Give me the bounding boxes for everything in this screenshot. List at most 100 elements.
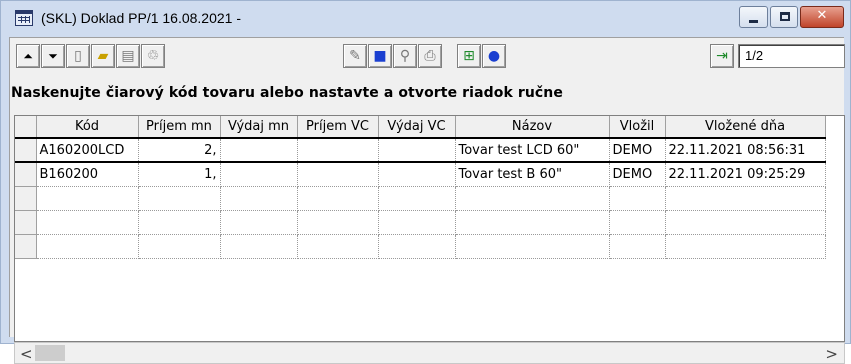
- cell-kod[interactable]: [36, 234, 139, 259]
- minimize-button[interactable]: [739, 6, 768, 28]
- cell-vydaj-mn[interactable]: [220, 137, 298, 163]
- row-indicator[interactable]: [15, 210, 37, 235]
- column-header[interactable]: Výdaj mn: [220, 116, 298, 139]
- search-button[interactable]: ⚲: [393, 44, 417, 68]
- delete-button[interactable]: ♲: [141, 44, 165, 68]
- horizontal-scrollbar[interactable]: < >: [14, 342, 845, 364]
- column-header[interactable]: Príjem VC: [297, 116, 379, 139]
- row-indicator[interactable]: [15, 137, 37, 163]
- scroll-left-arrow[interactable]: <: [20, 345, 33, 363]
- cell-vydaj-vc[interactable]: [378, 186, 456, 211]
- cell-prijem-mn[interactable]: 1,: [138, 162, 221, 187]
- page-indicator[interactable]: 1/2: [738, 44, 845, 68]
- monitor-icon: ■: [373, 48, 387, 64]
- cell-vlozil[interactable]: [609, 186, 666, 211]
- scroll-right-arrow[interactable]: >: [825, 345, 838, 363]
- scroll-thumb[interactable]: [35, 345, 65, 361]
- cell-nazov[interactable]: [455, 234, 610, 259]
- cell-vlozene-dna[interactable]: [665, 210, 826, 235]
- cell-vydaj-mn[interactable]: [220, 162, 298, 187]
- cell-vydaj-vc[interactable]: [378, 234, 456, 259]
- cell-prijem-vc[interactable]: [297, 210, 379, 235]
- cell-prijem-mn[interactable]: [138, 210, 221, 235]
- new-document-icon: ▯: [74, 48, 82, 64]
- table-row[interactable]: A160200LCD 2, Tovar test LCD 60" DEMO 22…: [15, 137, 826, 163]
- cell-vlozil[interactable]: [609, 234, 666, 259]
- row-indicator-header: [15, 116, 37, 139]
- table-arrows-button[interactable]: ⊞: [457, 44, 481, 68]
- table-row[interactable]: [15, 186, 826, 211]
- cell-vlozene-dna[interactable]: [665, 186, 826, 211]
- cell-prijem-vc[interactable]: [297, 137, 379, 163]
- last-record-icon: ⏷: [48, 49, 58, 63]
- wrench-icon: ✎: [349, 48, 361, 64]
- cell-kod[interactable]: [36, 210, 139, 235]
- column-header[interactable]: Vložené dňa: [665, 116, 826, 139]
- copy-icon: ▤: [121, 48, 135, 64]
- settings-button[interactable]: ✎: [343, 44, 367, 68]
- cell-kod[interactable]: B160200: [36, 162, 139, 187]
- first-record-icon: ⏶: [23, 49, 33, 63]
- column-header[interactable]: Príjem mn: [138, 116, 221, 139]
- dot-icon: ●: [487, 48, 501, 64]
- table-row[interactable]: B160200 1, Tovar test B 60" DEMO 22.11.2…: [15, 162, 826, 187]
- open-folder-button[interactable]: ▰: [91, 44, 115, 68]
- table-row[interactable]: [15, 210, 826, 235]
- preview-button[interactable]: ■: [368, 44, 392, 68]
- cell-prijem-vc[interactable]: [297, 186, 379, 211]
- row-indicator[interactable]: [15, 162, 37, 187]
- instruction-text: Naskenujte čiarový kód tovaru alebo nast…: [11, 85, 563, 101]
- cell-prijem-mn[interactable]: 2,: [138, 137, 221, 163]
- client-area: ⏶ ⏷ ▯ ▰ ▤ ♲ ✎ ■ ⚲ ⎙ ⊞ ● ⇥ 1/2 Naskenujte…: [9, 37, 845, 364]
- open-folder-icon: ▰: [97, 48, 109, 64]
- items-grid[interactable]: Kód Príjem mn Výdaj mn Príjem VC Výdaj V…: [14, 115, 845, 342]
- close-button[interactable]: ✕: [800, 6, 844, 28]
- table-row[interactable]: [15, 234, 826, 259]
- cell-vydaj-mn[interactable]: [220, 234, 298, 259]
- cell-vydaj-vc[interactable]: [378, 137, 456, 163]
- close-icon: ✕: [816, 8, 828, 23]
- new-document-button[interactable]: ▯: [66, 44, 90, 68]
- cell-vlozil[interactable]: DEMO: [609, 137, 666, 163]
- cell-vlozene-dna[interactable]: 22.11.2021 09:25:29: [665, 162, 826, 187]
- exit-button[interactable]: ⇥: [710, 44, 734, 68]
- column-header[interactable]: Vložil: [609, 116, 666, 139]
- cell-vydaj-vc[interactable]: [378, 210, 456, 235]
- column-header[interactable]: Výdaj VC: [378, 116, 456, 139]
- cell-kod[interactable]: [36, 186, 139, 211]
- print-button[interactable]: ⎙: [418, 44, 442, 68]
- cell-prijem-vc[interactable]: [297, 162, 379, 187]
- cell-vlozil[interactable]: DEMO: [609, 162, 666, 187]
- cell-vydaj-mn[interactable]: [220, 186, 298, 211]
- cell-nazov[interactable]: Tovar test B 60": [455, 162, 610, 187]
- table-arrows-icon: ⊞: [463, 48, 475, 64]
- window-title: (SKL) Doklad PP/1 16.08.2021 -: [41, 10, 242, 26]
- minimize-icon: [749, 20, 758, 23]
- cell-vlozene-dna[interactable]: [665, 234, 826, 259]
- column-header[interactable]: Názov: [455, 116, 610, 139]
- cell-vlozene-dna[interactable]: 22.11.2021 08:56:31: [665, 137, 826, 163]
- header-row: Kód Príjem mn Výdaj mn Príjem VC Výdaj V…: [15, 116, 826, 139]
- column-header[interactable]: Kód: [36, 116, 139, 139]
- cell-nazov[interactable]: [455, 210, 610, 235]
- cell-vydaj-mn[interactable]: [220, 210, 298, 235]
- maximize-button[interactable]: [770, 6, 798, 28]
- cell-prijem-mn[interactable]: [138, 234, 221, 259]
- printer-icon: ⎙: [424, 48, 436, 64]
- cell-vydaj-vc[interactable]: [378, 162, 456, 187]
- first-record-button[interactable]: ⏶: [16, 44, 40, 68]
- cell-kod[interactable]: A160200LCD: [36, 137, 139, 163]
- cell-nazov[interactable]: [455, 186, 610, 211]
- cell-prijem-mn[interactable]: [138, 186, 221, 211]
- row-indicator[interactable]: [15, 234, 37, 259]
- cell-prijem-vc[interactable]: [297, 234, 379, 259]
- row-indicator[interactable]: [15, 186, 37, 211]
- items-table: Kód Príjem mn Výdaj mn Príjem VC Výdaj V…: [15, 116, 826, 259]
- document-window: (SKL) Doklad PP/1 16.08.2021 - ✕ ⏶ ⏷ ▯ ▰…: [0, 0, 851, 364]
- info-button[interactable]: ●: [482, 44, 506, 68]
- last-record-button[interactable]: ⏷: [41, 44, 65, 68]
- cell-vlozil[interactable]: [609, 210, 666, 235]
- cell-nazov[interactable]: Tovar test LCD 60": [455, 137, 610, 163]
- copy-button[interactable]: ▤: [116, 44, 140, 68]
- title-bar[interactable]: (SKL) Doklad PP/1 16.08.2021 - ✕: [1, 1, 850, 37]
